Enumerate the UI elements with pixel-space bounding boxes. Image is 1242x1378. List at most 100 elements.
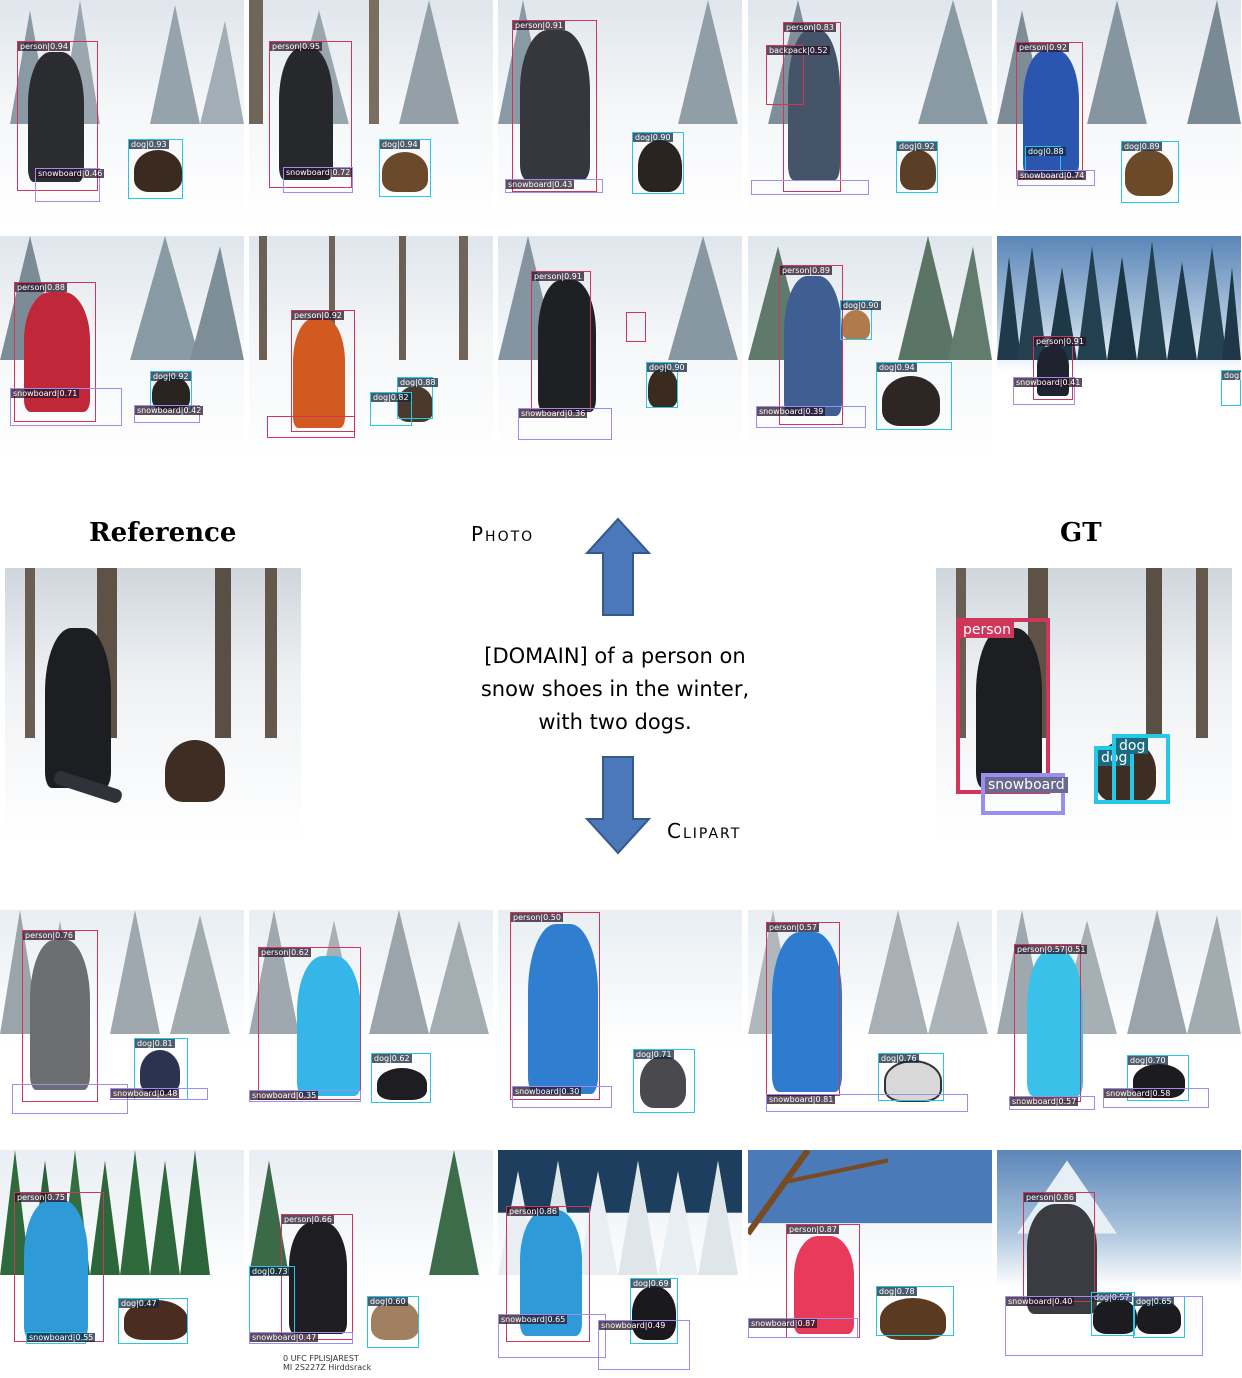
snowboard-label: snowboard|0.74 — [1018, 171, 1087, 180]
snowboard-label: snowboard|0.40 — [1006, 1297, 1075, 1306]
snowboard-box: snowboard|0.65 — [498, 1314, 606, 1358]
person-box: person|0.76 — [22, 930, 98, 1102]
dog-box-2: dog|0.82 — [370, 392, 412, 426]
snowboard-label: snowboard|0.48 — [111, 1089, 180, 1098]
gt-snowboard-label: snowboard — [985, 777, 1068, 793]
snowboard-box: snowboard|0.36 — [518, 408, 612, 440]
dog-label: dog|0.81 — [135, 1039, 175, 1048]
person-label: person|0.50 — [511, 913, 563, 922]
snowboard-box-2: snowboard|0.49 — [598, 1320, 690, 1370]
dog-label-2: dog|0.82 — [371, 393, 411, 402]
prompt-caption: [DOMAIN] of a person on snow shoes in th… — [455, 640, 775, 739]
dog-box: dog|0.6 — [1221, 370, 1241, 406]
person-label: person|0.94 — [18, 42, 70, 51]
gt-snowboard-box: snowboard — [981, 773, 1068, 815]
snowboard-box: snowboard|0.87 — [748, 1318, 858, 1338]
person-box-2 — [626, 312, 646, 342]
person-label: person|0.66 — [282, 1215, 334, 1224]
photo-tile-1-1: person|0.94 dog|0.93 snowboard|0.46 — [0, 0, 244, 226]
gt-dog-label-2: dog — [1116, 738, 1149, 754]
dog-label: dog|0.90 — [647, 363, 687, 372]
down-arrow-icon — [585, 756, 651, 855]
snowboard-label-2: snowboard|0.42 — [135, 406, 204, 415]
dog-label: dog|0.94 — [380, 140, 420, 149]
photo-tile-2-3: person|0.91 dog|0.90 snowboard|0.36 — [498, 236, 742, 462]
person-box: person|0.75 — [14, 1192, 104, 1342]
dog-label: dog|0.70 — [1128, 1056, 1168, 1065]
person-label: person|0.92 — [292, 311, 344, 320]
person-label: person|0.91 — [532, 272, 584, 281]
clipart-grid-row-1: person|0.76 dog|0.81 snowboard|0.48 pers… — [0, 910, 1242, 1136]
snowboard-label: snowboard|0.71 — [11, 389, 80, 398]
snowboard-box: snowboard|0.74 — [1017, 170, 1095, 186]
snowboard-label: snowboard|0.46 — [36, 169, 105, 178]
dog-label: dog|0.47 — [119, 1299, 159, 1308]
snowboard-box: snowboard|0.47 — [249, 1332, 353, 1344]
person-label: person|0.88 — [15, 283, 67, 292]
up-arrow-icon — [585, 517, 651, 616]
dog-label-2: dog|0.73 — [250, 1267, 290, 1276]
dog-box: dog|0.78 — [876, 1286, 954, 1336]
dog-label: dog|0.92 — [897, 142, 937, 151]
snowboard-box: snowboard|0.46 — [35, 168, 105, 202]
snowboard-box: snowboard|0.43 — [505, 179, 603, 193]
dog-box: dog|0.90 — [632, 132, 684, 194]
person-label: person|0.76 — [23, 931, 75, 940]
snowboard-label: snowboard|0.55 — [27, 1333, 96, 1342]
snowboard-box-2: snowboard|0.48 — [110, 1088, 208, 1100]
dog-label: dog|0.71 — [634, 1050, 674, 1059]
snowboard-box — [751, 180, 869, 195]
reference-heading: Reference — [89, 518, 237, 548]
dog-label: dog|0.90 — [633, 133, 673, 142]
dog-box: dog|0.94 — [379, 139, 431, 197]
gt-dog-box-2: dog — [1112, 734, 1170, 804]
snowboard-label: snowboard|0.41 — [1014, 378, 1083, 387]
snowboard-box-2: snowboard|0.58 — [1103, 1088, 1209, 1108]
snowboard-label: snowboard|0.87 — [749, 1319, 818, 1328]
clipart-domain-label: Clipart — [667, 819, 742, 843]
person-box: person|0.50 — [510, 912, 600, 1100]
person-label: person|0.86 — [1024, 1193, 1076, 1202]
person-label: person|0.75 — [15, 1193, 67, 1202]
person-label: person|0.62 — [259, 948, 311, 957]
photo-tile-1-5: person|0.92 dog|0.89 dog|0.88 snowboard|… — [997, 0, 1241, 226]
person-label: person|0.87 — [787, 1225, 839, 1234]
snowboard-label: snowboard|0.65 — [499, 1315, 568, 1324]
clip-tile-2-1: person|0.75 dog|0.47 snowboard|0.55 — [0, 1150, 244, 1378]
trees-background — [259, 236, 468, 361]
person-box: person|0.91 — [512, 20, 597, 192]
snowboard-box: snowboard|0.55 — [26, 1332, 96, 1344]
clip-tile-2-2: person|0.66 dog|0.60 dog|0.73 snowboard|… — [249, 1150, 493, 1378]
snowboard-label: snowboard|0.36 — [519, 409, 588, 418]
dog-label: dog|0.88 — [398, 378, 438, 387]
photo-tile-1-2: person|0.95 dog|0.94 snowboard|0.72 — [249, 0, 493, 226]
photo-tile-2-5: person|0.91 dog|0.6 snowboard|0.41 — [997, 236, 1241, 462]
person-label: person|0.57 — [767, 923, 819, 932]
dog-box: dog|0.90 — [646, 362, 687, 408]
gt-image: person snowboard dog dog — [936, 568, 1232, 840]
photo-grid-row-2: person|0.88 dog|0.92 snowboard|0.71 snow… — [0, 236, 1242, 462]
clip-tile-1-4: person|0.57 dog|0.76 snowboard|0.81 — [748, 910, 992, 1136]
gt-person-label: person — [960, 622, 1014, 638]
person-box: person|0.92 — [291, 310, 355, 432]
photo-tile-2-4: person|0.89 dog|0.94 dog|0.90 snowboard|… — [748, 236, 992, 462]
trees-background — [748, 1150, 992, 1236]
caption-line-3: with two dogs. — [538, 710, 692, 734]
snowboard-box: snowboard|0.72 — [283, 167, 353, 193]
snowboard-box: snowboard|0.81 — [766, 1094, 968, 1112]
person-box: person|0.95 — [269, 41, 352, 188]
snowboard-label: snowboard|0.39 — [757, 407, 826, 416]
dog-box-2: dog|0.90 — [840, 300, 881, 340]
person-label: person|0.92 — [1017, 43, 1069, 52]
dog-label: dog|0.78 — [877, 1287, 917, 1296]
gt-person-box: person — [956, 618, 1050, 794]
dog-box-2: dog|0.73 — [249, 1266, 295, 1340]
photo-domain-label: Photo — [471, 522, 535, 546]
snowboard-box: snowboard|0.30 — [512, 1086, 612, 1108]
clip-tile-2-3: person|0.86 dog|0.69 snowboard|0.65 snow… — [498, 1150, 742, 1378]
person-label: person|0.86 — [507, 1207, 559, 1216]
person-label: person|0.95 — [270, 42, 322, 51]
backpack-box: backpack|0.52 — [766, 45, 830, 105]
person-box: person|0.62 — [258, 947, 361, 1100]
backpack-label: backpack|0.52 — [767, 46, 830, 55]
